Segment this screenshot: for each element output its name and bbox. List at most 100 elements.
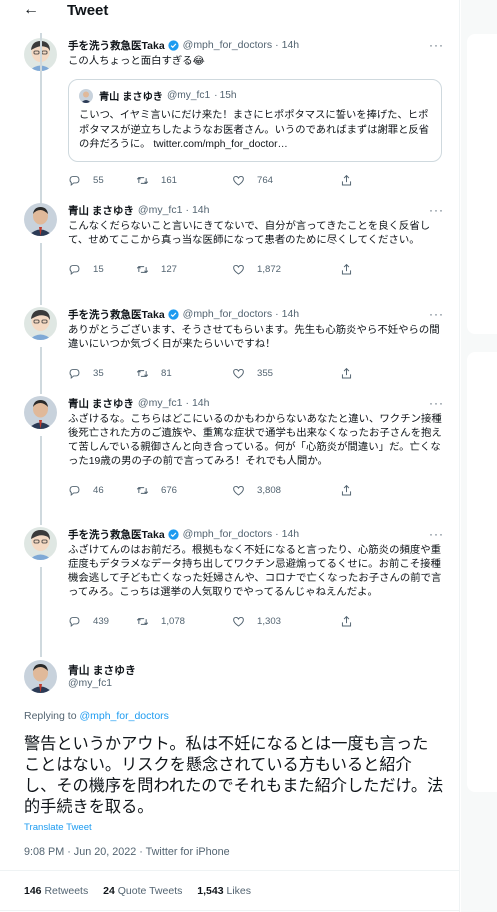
heart-icon (233, 264, 244, 275)
thread-tweet-2[interactable]: 青山 まさゆき @my_fc1 · 14h ··· こんなくだらないこと言いにき… (0, 33, 459, 303)
thread-tweet-4[interactable]: 青山 まさゆき @my_fc1 · 14h ··· ふざけるな。こちらはどこにい… (0, 388, 459, 524)
reply-button[interactable]: 46 (68, 484, 136, 497)
reply-count: 35 (93, 367, 104, 379)
share-icon (341, 263, 352, 274)
thread-line (40, 243, 42, 303)
share-button[interactable] (340, 174, 365, 187)
share-button[interactable] (340, 367, 365, 380)
author-name[interactable]: 手を洗う救急医Taka (68, 307, 165, 322)
share-icon (341, 174, 352, 186)
retweet-button[interactable]: 81 (136, 367, 232, 380)
share-button[interactable] (340, 615, 365, 628)
tweet-time[interactable]: 14h (282, 528, 300, 540)
avatar[interactable] (24, 527, 57, 560)
quoted-author-handle: @my_fc1 (166, 90, 211, 101)
tweet-time[interactable]: 14h (192, 204, 210, 216)
engagement-stats: 146 Retweets 24 Quote Tweets 1,543 Likes (24, 885, 263, 897)
like-count: 355 (257, 367, 274, 379)
replying-to-link[interactable]: @mph_for_doctors (79, 710, 168, 722)
avatar[interactable] (24, 396, 57, 429)
retweet-button[interactable]: 127 (136, 263, 232, 276)
retweet-count: 161 (161, 175, 178, 186)
tweet-time[interactable]: 14h (192, 397, 210, 409)
author-name[interactable]: 青山 まさゆき (68, 396, 134, 411)
back-arrow-icon[interactable]: ← (22, 1, 40, 19)
author-name[interactable]: 青山 まさゆき (68, 662, 136, 678)
thread-line (40, 519, 42, 525)
quoted-tweet[interactable]: 青山 まさゆき @my_fc1 · 15h こいつ、イヤミ言いにだけ来た！まさに… (68, 79, 442, 162)
reply-count: 439 (93, 615, 110, 627)
retweet-count: 127 (161, 263, 178, 275)
retweet-button[interactable]: 676 (136, 484, 232, 497)
more-options-icon[interactable]: ··· (429, 396, 444, 410)
quoted-tweet-time: 15h (219, 90, 237, 101)
retweet-button[interactable]: 1,078 (136, 615, 232, 628)
sidebar-card (467, 352, 497, 792)
tweet-actions: 35 81 355 (68, 366, 442, 380)
tweet-actions: 46 676 3,808 (68, 483, 442, 497)
retweet-icon (136, 486, 149, 494)
reply-button[interactable]: 439 (68, 615, 136, 628)
like-button[interactable]: 3,808 (232, 484, 340, 497)
header-bar: ← Tweet (0, 0, 459, 20)
tweet-time[interactable]: 14h (282, 308, 300, 320)
avatar[interactable] (24, 203, 57, 236)
tweet-timestamp[interactable]: 9:08 PM · Jun 20, 2022 · Twitter for iPh… (24, 846, 230, 858)
retweets-stat[interactable]: 146 Retweets (24, 885, 88, 897)
author-handle[interactable]: @my_fc1 (138, 204, 183, 216)
author-handle[interactable]: @mph_for_doctors (183, 308, 272, 320)
reply-count: 15 (93, 263, 104, 275)
like-button[interactable]: 355 (232, 367, 340, 380)
quoted-tweet-header: 青山 まさゆき @my_fc1 · 15h (79, 88, 431, 103)
translate-tweet-link[interactable]: Translate Tweet (24, 822, 92, 833)
quoted-tweet-text: こいつ、イヤミ言いにだけ来た！まさにヒポポタマスに誓いを捧げた、ヒポポタマスが逆… (79, 110, 429, 150)
likes-label: Likes (226, 885, 252, 897)
retweet-icon (136, 617, 149, 625)
more-options-icon[interactable]: ··· (429, 203, 444, 217)
reply-button[interactable]: 35 (68, 367, 136, 380)
quote-tweets-label: Quote Tweets (117, 885, 183, 897)
tweet-time[interactable]: 14h (282, 39, 300, 51)
focused-tweet-text: 警告というかアウト。私は不妊になるとは一度も言ったことはない。リスクを懸念されて… (24, 735, 444, 816)
avatar[interactable] (24, 660, 57, 693)
author-handle[interactable]: @mph_for_doctors (183, 39, 272, 51)
author-name[interactable]: 青山 まさゆき (68, 203, 134, 218)
reply-button[interactable]: 55 (68, 174, 136, 187)
author-name[interactable]: 手を洗う救急医Taka (68, 527, 165, 542)
retweet-count: 81 (161, 367, 172, 379)
author-name[interactable]: 手を洗う救急医Taka (68, 38, 165, 53)
reply-count: 55 (93, 175, 104, 186)
like-button[interactable]: 1,303 (232, 615, 340, 628)
retweet-icon (136, 369, 149, 377)
tweet-text: こんなくだらないこと言いにきてないで、自分が言ってきたことを良く反省して、せめて… (68, 221, 431, 246)
more-options-icon[interactable]: ··· (429, 527, 444, 541)
more-options-icon[interactable]: ··· (429, 38, 444, 52)
reply-button[interactable]: 15 (68, 263, 136, 276)
tweet-header: 青山 まさゆき @my_fc1 · 14h (68, 203, 442, 217)
tweet-header: 手を洗う救急医Taka @mph_for_doctors · 14h (68, 38, 442, 52)
share-button[interactable] (340, 484, 365, 497)
author-handle[interactable]: @my_fc1 (68, 678, 112, 689)
tweet-actions: 55 161 764 (68, 174, 442, 188)
likes-stat[interactable]: 1,543 Likes (197, 885, 251, 897)
avatar[interactable] (24, 307, 57, 340)
author-handle[interactable]: @my_fc1 (138, 397, 183, 409)
thread-tweet-5[interactable]: 手を洗う救急医Taka @mph_for_doctors · 14h ··· ふ… (0, 519, 459, 657)
thread-tweet-1[interactable]: 手を洗う救急医Taka @mph_for_doctors · 14h ··· こ… (0, 38, 459, 206)
tweet-header: 手を洗う救急医Taka @mph_for_doctors · 14h (68, 527, 442, 541)
quote-tweets-stat[interactable]: 24 Quote Tweets (103, 885, 182, 897)
like-button[interactable]: 1,872 (232, 263, 340, 276)
share-button[interactable] (340, 263, 365, 276)
retweet-button[interactable]: 161 (136, 174, 232, 187)
retweet-count: 676 (161, 484, 178, 496)
tweet-text: ふざけるな。こちらはどこにいるのかもわからないあなたと違い、ワクチン接種後死亡さ… (68, 414, 442, 467)
thread-tweet-3[interactable]: 手を洗う救急医Taka @mph_for_doctors · 14h ··· あ… (0, 299, 459, 393)
tweet-text: この人ちょっと面白すぎる😂 (68, 56, 205, 67)
like-button[interactable]: 764 (232, 174, 340, 187)
more-options-icon[interactable]: ··· (429, 307, 444, 321)
like-count: 764 (257, 175, 274, 186)
author-handle[interactable]: @mph_for_doctors (183, 528, 272, 540)
separator-dot: · (275, 528, 279, 540)
reply-count: 46 (93, 484, 104, 496)
tweet-actions: 15 127 1,872 (68, 262, 442, 276)
